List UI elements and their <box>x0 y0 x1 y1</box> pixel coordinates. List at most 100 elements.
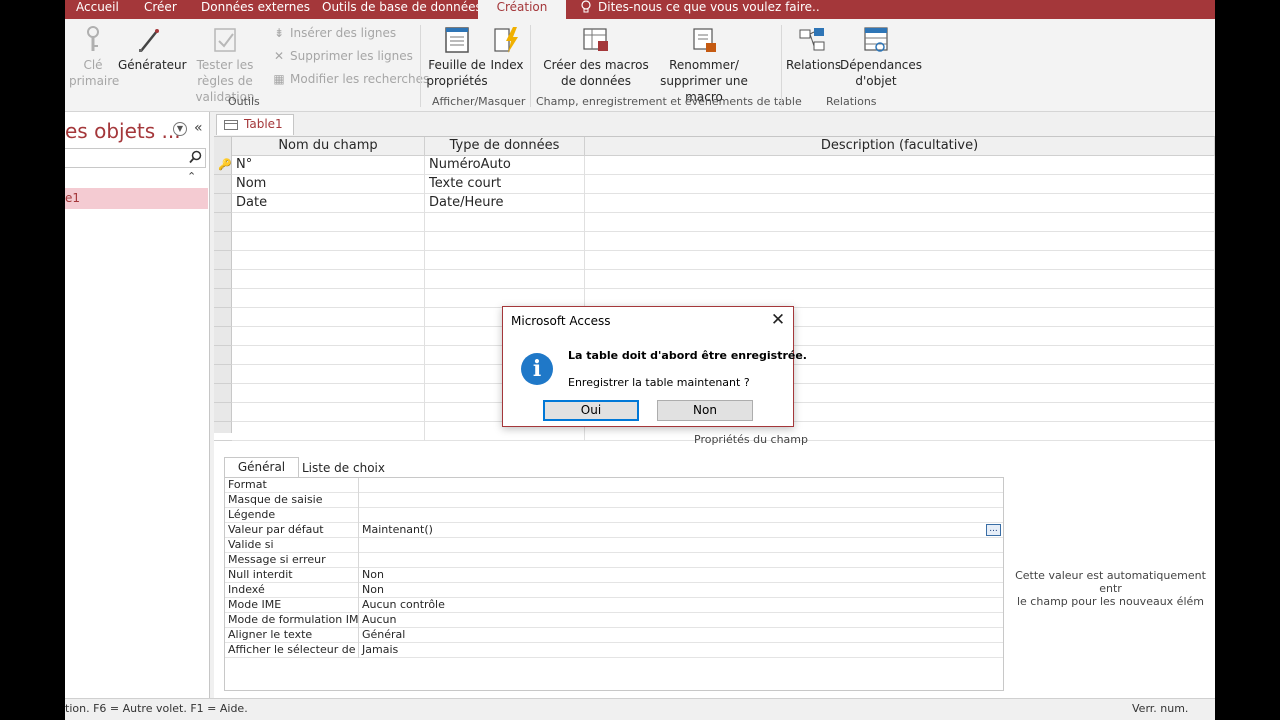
renommer-macro-button[interactable]: Renommer/ supprimer une macro <box>645 25 763 105</box>
row-selector[interactable] <box>214 422 232 441</box>
table-row[interactable]: Date Date/Heure <box>232 194 1215 213</box>
property-value[interactable] <box>358 553 1003 568</box>
tab-donnees-externes[interactable]: Données externes <box>201 0 310 19</box>
empty-cell[interactable] <box>232 384 425 403</box>
inserer-lignes-button[interactable]: ⇟ Insérer des lignes <box>272 25 396 41</box>
index-button[interactable]: Index <box>489 25 525 73</box>
property-value[interactable] <box>358 478 1003 493</box>
row-selector[interactable] <box>214 213 232 232</box>
data-type-cell[interactable]: NuméroAuto <box>425 156 585 175</box>
tab-creation[interactable]: Création <box>478 0 566 19</box>
property-row[interactable]: Message si erreur <box>225 553 1003 568</box>
empty-cell[interactable] <box>232 308 425 327</box>
row-selector[interactable] <box>214 327 232 346</box>
property-value[interactable]: Aucun contrôle <box>358 598 1003 613</box>
empty-cell[interactable] <box>232 403 425 422</box>
property-row[interactable]: Valeur par défaut Maintenant()... <box>225 523 1003 538</box>
empty-cell[interactable] <box>232 365 425 384</box>
row-selector[interactable]: 🔑 <box>214 156 232 175</box>
empty-cell[interactable] <box>425 213 585 232</box>
chevron-up-double-icon[interactable]: ⌃ <box>187 170 196 183</box>
yes-button[interactable]: Oui <box>543 400 639 421</box>
property-value[interactable] <box>358 493 1003 508</box>
generateur-button[interactable]: Générateur <box>118 25 187 73</box>
close-icon[interactable]: ✕ <box>768 311 788 331</box>
property-value-default[interactable]: Maintenant()... <box>358 523 1003 538</box>
dependances-button[interactable]: Dépendances d'objet <box>840 25 922 89</box>
row-selector[interactable] <box>214 251 232 270</box>
empty-cell[interactable] <box>232 270 425 289</box>
table-row[interactable]: N° NuméroAuto <box>232 156 1215 175</box>
supprimer-lignes-button[interactable]: ✕ Supprimer les lignes <box>272 48 413 64</box>
row-selector[interactable] <box>214 346 232 365</box>
row-selector[interactable] <box>214 365 232 384</box>
feuille-proprietes-button[interactable]: Feuille de propriétés <box>425 25 489 89</box>
field-name-cell[interactable]: N° <box>232 156 425 175</box>
property-value[interactable] <box>358 508 1003 523</box>
data-type-cell[interactable]: Texte court <box>425 175 585 194</box>
empty-cell[interactable] <box>585 270 1215 289</box>
table-row[interactable] <box>232 251 1215 270</box>
search-icon[interactable] <box>189 150 202 167</box>
grid-header-nom[interactable]: Nom du champ <box>232 137 425 156</box>
row-selector[interactable] <box>214 403 232 422</box>
empty-cell[interactable] <box>585 213 1215 232</box>
creer-macros-button[interactable]: Créer des macros de données <box>543 25 649 89</box>
property-row[interactable]: Afficher le sélecteur de datesJamais <box>225 643 1003 658</box>
empty-cell[interactable] <box>425 251 585 270</box>
empty-cell[interactable] <box>232 346 425 365</box>
empty-cell[interactable] <box>585 251 1215 270</box>
grid-header-description[interactable]: Description (facultative) <box>585 137 1215 156</box>
tab-accueil[interactable]: Accueil <box>76 0 119 19</box>
row-selector[interactable] <box>214 308 232 327</box>
empty-cell[interactable] <box>232 232 425 251</box>
description-cell[interactable] <box>585 175 1215 194</box>
empty-cell[interactable] <box>232 422 425 441</box>
empty-cell[interactable] <box>232 327 425 346</box>
empty-cell[interactable] <box>585 232 1215 251</box>
no-button[interactable]: Non <box>657 400 753 421</box>
property-row[interactable]: Valide si <box>225 538 1003 553</box>
tab-creer[interactable]: Créer <box>144 0 177 19</box>
row-selector[interactable] <box>214 175 232 194</box>
empty-cell[interactable] <box>425 270 585 289</box>
tab-general[interactable]: Général <box>224 457 299 477</box>
property-row[interactable]: Mode IME Aucun contrôle <box>225 598 1003 613</box>
tell-me-search[interactable]: Dites-nous ce que vous voulez faire.. <box>598 0 820 19</box>
row-selector[interactable] <box>214 270 232 289</box>
row-selector[interactable] <box>214 384 232 403</box>
field-name-cell[interactable]: Nom <box>232 175 425 194</box>
nav-item-table1[interactable]: e1 <box>65 188 208 209</box>
tab-liste-de-choix[interactable]: Liste de choix <box>302 460 385 476</box>
row-selector[interactable] <box>214 289 232 308</box>
table-row[interactable]: Nom Texte court <box>232 175 1215 194</box>
property-row[interactable]: Légende <box>225 508 1003 523</box>
empty-cell[interactable] <box>425 232 585 251</box>
expression-builder-button[interactable]: ... <box>986 524 1001 536</box>
empty-cell[interactable] <box>232 251 425 270</box>
tab-outils-bdd[interactable]: Outils de base de données <box>322 0 482 19</box>
property-row[interactable]: Null interdit Non <box>225 568 1003 583</box>
cle-primaire-button[interactable]: Clé primaire <box>69 25 119 89</box>
chevron-down-icon[interactable]: ▼ <box>173 122 187 136</box>
property-row[interactable]: Format <box>225 478 1003 493</box>
table-row[interactable] <box>232 270 1215 289</box>
property-value[interactable]: Non <box>358 568 1003 583</box>
empty-cell[interactable] <box>232 289 425 308</box>
property-value[interactable]: Aucun <box>358 613 1003 628</box>
data-type-cell[interactable]: Date/Heure <box>425 194 585 213</box>
collapse-double-chevron-icon[interactable]: « <box>194 120 203 136</box>
property-row[interactable]: Mode de formulation IME Aucun <box>225 613 1003 628</box>
tester-regles-button[interactable]: Tester les règles de validation <box>181 25 269 105</box>
property-row[interactable]: Masque de saisie <box>225 493 1003 508</box>
table-row[interactable] <box>232 232 1215 251</box>
property-value[interactable]: Non <box>358 583 1003 598</box>
property-value[interactable]: Général <box>358 628 1003 643</box>
relations-button[interactable]: Relations <box>786 25 841 73</box>
grid-header-type[interactable]: Type de données <box>425 137 585 156</box>
row-selector[interactable] <box>214 232 232 251</box>
description-cell[interactable] <box>585 156 1215 175</box>
document-tab-table1[interactable]: Table1 <box>216 114 294 135</box>
property-row[interactable]: Aligner le texte Général <box>225 628 1003 643</box>
property-row[interactable]: Indexé Non <box>225 583 1003 598</box>
